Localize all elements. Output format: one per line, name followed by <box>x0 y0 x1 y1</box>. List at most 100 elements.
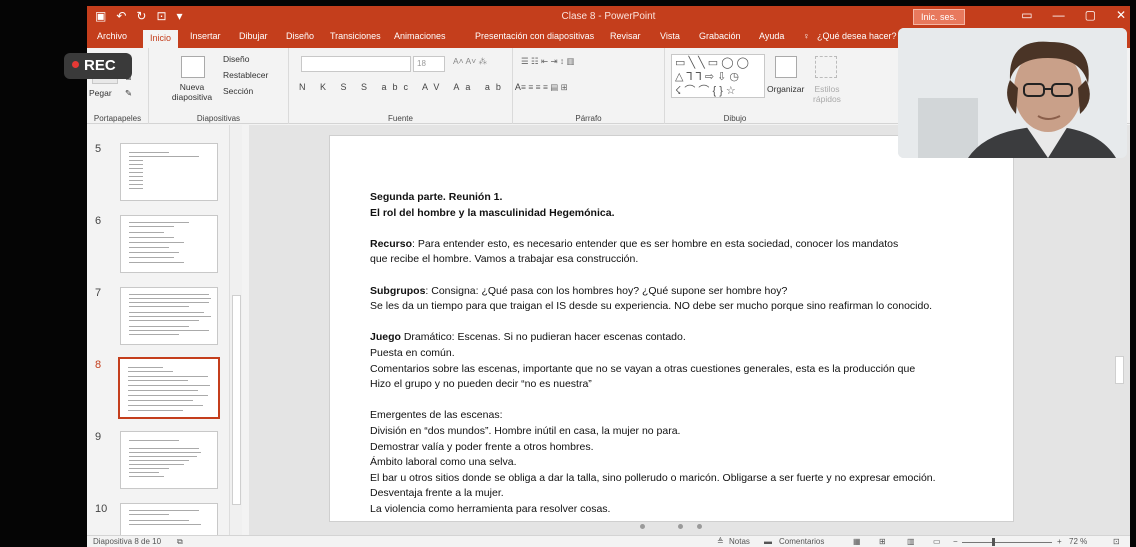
recurso-text: : Para entender esto, es necesario enten… <box>412 237 899 250</box>
layout-button[interactable]: Diseño <box>223 54 249 64</box>
tab-vista[interactable]: Vista <box>660 31 680 41</box>
normal-view-icon[interactable]: ▦ <box>853 537 861 546</box>
progress-dot <box>697 524 702 529</box>
emergentes-line: La violencia como herramienta para resol… <box>370 502 611 515</box>
comments-button[interactable]: Comentarios <box>779 537 824 546</box>
scrollbar-thumb[interactable] <box>232 295 241 505</box>
progress-dot <box>659 524 664 529</box>
group-fuente: 18 A˄ A˅ ⁂ N K S S abc AV Aa ab A Fuente <box>289 48 521 124</box>
recurso-label: Recurso <box>370 237 413 250</box>
align-icons[interactable]: ≡ ≡ ≡ ≡ ▤ ⊞ <box>521 82 568 93</box>
status-bar: Diapositiva 8 de 10 ⧉ ≜ Notas ▬ Comentar… <box>87 535 1130 547</box>
bullets-icon[interactable]: ☰ ☷ ⇤ ⇥ ↕ ▥ <box>521 56 575 67</box>
notes-icon[interactable]: ≜ <box>717 537 724 546</box>
emergentes-line: Ámbito laboral como una selva. <box>370 456 517 469</box>
zoom-level[interactable]: 72 % <box>1069 537 1087 546</box>
screen-frame: ▣ ↶ ↻ ⊡ ▾ Clase 8 - PowerPoint Inic. ses… <box>0 0 1136 547</box>
section-button[interactable]: Sección <box>223 86 253 96</box>
webcam-person-image <box>898 28 1127 158</box>
scrollbar-thumb[interactable] <box>1115 356 1124 384</box>
fit-slide-icon[interactable]: ⊡ <box>1113 537 1120 546</box>
group-diapositivas: Nueva diapositiva Diseño Restablecer Sec… <box>149 48 289 124</box>
slide-thumbnail-selected[interactable] <box>118 357 220 419</box>
ribbon-display-icon[interactable]: ▭ <box>1021 8 1032 22</box>
group-label: Dibujo <box>723 114 747 123</box>
arrange-button[interactable]: Organizar <box>767 84 804 94</box>
slide-editor: Segunda parte. Reunión 1. El rol del hom… <box>249 125 1130 535</box>
zoom-slider[interactable] <box>962 542 1052 543</box>
slide-thumbnail[interactable] <box>120 215 218 273</box>
slide-sorter-icon[interactable]: ⊞ <box>879 537 886 546</box>
window-title: Clase 8 - PowerPoint <box>561 11 656 22</box>
minimize-icon[interactable]: — <box>1053 8 1065 22</box>
slideshow-icon[interactable]: ▭ <box>933 537 941 546</box>
tab-revisar[interactable]: Revisar <box>610 31 641 41</box>
zoom-in-icon[interactable]: + <box>1057 537 1062 546</box>
zoom-out-icon[interactable]: − <box>953 537 958 546</box>
emergentes-line: Desventaja frente a la mujer. <box>370 487 504 500</box>
tab-diseno[interactable]: Diseño <box>286 31 314 41</box>
slide-number: 8 <box>95 359 102 371</box>
subgrupos-label: Subgrupos <box>370 284 426 297</box>
tab-dibujar[interactable]: Dibujar <box>239 31 268 41</box>
window-controls: ▭ — ▢ ✕ <box>1021 8 1126 22</box>
lightbulb-icon[interactable]: ♀ <box>803 31 810 41</box>
tell-me-search[interactable]: ¿Qué desea hacer? <box>817 31 897 41</box>
slide-progress-dots <box>640 524 702 529</box>
font-size-combobox[interactable]: 18 <box>413 56 445 72</box>
juego-label: Juego <box>370 331 401 344</box>
slide-thumbnail[interactable] <box>120 503 218 535</box>
format-buttons-row[interactable]: N K S S abc AV Aa ab A <box>299 82 527 92</box>
tab-insertar[interactable]: Insertar <box>190 31 221 41</box>
reset-button[interactable]: Restablecer <box>223 70 268 80</box>
sign-in-button[interactable]: Inic. ses. <box>913 9 965 25</box>
tab-archivo[interactable]: Archivo <box>97 31 127 41</box>
subgrupos-text-2: Se les da un tiempo para que traigan el … <box>370 300 933 313</box>
tab-presentacion[interactable]: Presentación con diapositivas <box>475 31 594 41</box>
grow-font-icon[interactable]: A˄ A˅ ⁂ <box>453 56 487 67</box>
slide-title-line-2: El rol del hombre y la masculinidad Hege… <box>370 206 615 219</box>
spellcheck-icon[interactable]: ⧉ <box>177 537 183 547</box>
shapes-gallery[interactable]: ▭ ╲ ╲ ▭ ◯ ◯ △ ⅂ ⅂ ⇨ ⇩ ◷ ☇ ⌒ ⌒ { } ☆ <box>671 54 765 98</box>
slide-number: 7 <box>95 287 102 299</box>
juego-text: Dramático: Escenas. Si no pudieran hacer… <box>400 331 686 344</box>
comments-icon[interactable]: ▬ <box>764 537 772 546</box>
arrange-icon[interactable] <box>775 56 797 78</box>
maximize-icon[interactable]: ▢ <box>1085 8 1096 22</box>
webcam-overlay[interactable] <box>898 28 1127 158</box>
editor-scrollbar[interactable] <box>1112 125 1126 535</box>
emergentes-line: División en “dos mundos”. Hombre inútil … <box>370 424 681 437</box>
juego-text-2: Puesta en común. <box>370 346 455 359</box>
format-painter-icon[interactable]: ✎ <box>125 88 132 99</box>
emergentes-line: Emergentes de las escenas: <box>370 409 503 422</box>
paste-button[interactable]: Pegar <box>89 88 112 98</box>
current-slide[interactable]: Segunda parte. Reunión 1. El rol del hom… <box>329 135 1014 522</box>
slide-thumbnail-pane: 5 6 7 8 9 10 <box>87 125 249 535</box>
quick-styles-button[interactable]: Estilos rápidos <box>805 84 849 104</box>
quick-styles-icon[interactable] <box>815 56 837 78</box>
slide-thumbnail[interactable] <box>120 287 218 345</box>
group-label: Diapositivas <box>196 114 241 123</box>
recording-dot-icon <box>72 61 79 68</box>
tab-grabacion[interactable]: Grabación <box>699 31 741 41</box>
close-icon[interactable]: ✕ <box>1116 8 1126 22</box>
zoom-slider-knob[interactable] <box>992 538 995 546</box>
new-slide-icon[interactable] <box>181 56 205 78</box>
reading-view-icon[interactable]: ▥ <box>907 537 915 546</box>
slide-thumbnail[interactable] <box>120 143 218 201</box>
font-name-combobox[interactable] <box>301 56 411 72</box>
tab-ayuda[interactable]: Ayuda <box>759 31 784 41</box>
tab-inicio[interactable]: Inicio <box>143 30 179 48</box>
group-label: Párrafo <box>575 114 602 123</box>
slide-number: 9 <box>95 431 102 443</box>
slide-body-text[interactable]: Segunda parte. Reunión 1. El rol del hom… <box>370 190 1010 517</box>
tab-animaciones[interactable]: Animaciones <box>394 31 446 41</box>
slide-counter: Diapositiva 8 de 10 <box>93 537 162 546</box>
new-slide-button[interactable]: Nueva diapositiva <box>167 82 217 102</box>
slide-thumbnail[interactable] <box>120 431 218 489</box>
tab-transiciones[interactable]: Transiciones <box>330 31 381 41</box>
notes-button[interactable]: Notas <box>729 537 750 546</box>
thumbnail-scrollbar[interactable] <box>229 125 242 535</box>
group-parrafo: ☰ ☷ ⇤ ⇥ ↕ ▥ ≡ ≡ ≡ ≡ ▤ ⊞ Párrafo <box>513 48 665 124</box>
slide-number: 5 <box>95 143 102 155</box>
